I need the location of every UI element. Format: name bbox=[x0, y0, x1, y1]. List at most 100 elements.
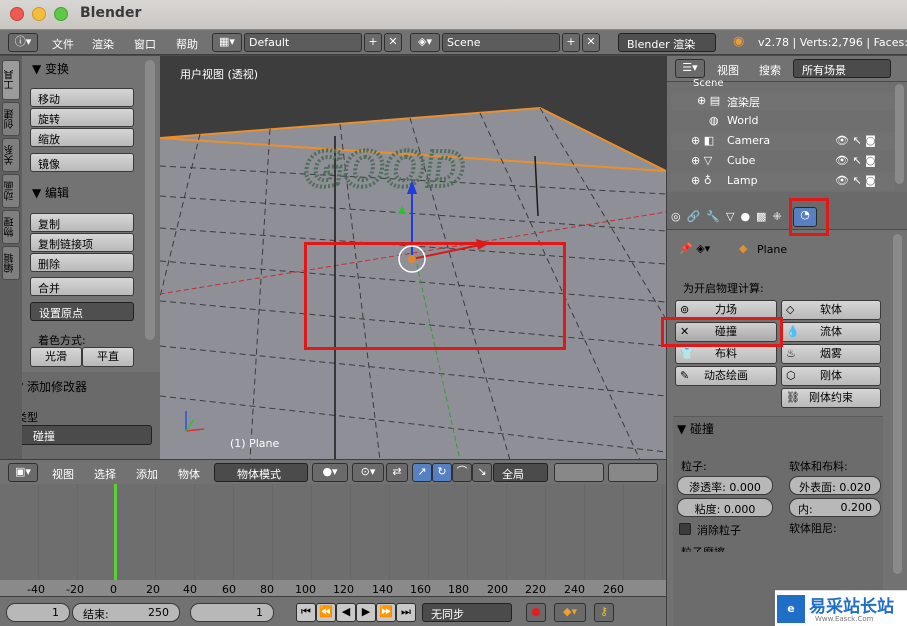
menu-help[interactable]: 帮助 bbox=[176, 36, 198, 52]
set-origin-dropdown[interactable]: 设置原点 bbox=[30, 302, 134, 321]
properties-scrollbar[interactable] bbox=[893, 234, 902, 574]
tab-tools[interactable]: 工具 bbox=[2, 60, 20, 100]
duplicate-button[interactable]: 复制 bbox=[30, 213, 134, 232]
delete-button[interactable]: 删除 bbox=[30, 253, 134, 272]
pin-icon[interactable]: 📌 ◈▾ bbox=[679, 242, 710, 255]
outliner-item-scene[interactable]: Scene bbox=[693, 78, 724, 89]
tab-physics[interactable]: 物理 bbox=[2, 210, 20, 244]
tab-create[interactable]: 创建 bbox=[2, 102, 20, 136]
duplicate-linked-button[interactable]: 复制链接项 bbox=[30, 233, 134, 252]
modifier-type-dropdown[interactable]: 碰撞 bbox=[10, 425, 152, 445]
viewport-menu-view[interactable]: 视图 bbox=[52, 466, 74, 482]
next-keyframe-icon[interactable]: ⏩ bbox=[376, 603, 396, 622]
manipulator-toggle-icon[interactable]: ⇄ bbox=[386, 463, 408, 482]
soft-body-button[interactable]: ◇ 软体 bbox=[781, 300, 881, 320]
mirror-button[interactable]: 镜像 bbox=[30, 153, 134, 172]
outliner-hscrollbar[interactable] bbox=[667, 192, 907, 204]
outliner-filter-dropdown[interactable]: 所有场景 bbox=[793, 59, 891, 78]
outliner-editor-type-icon[interactable]: ☰▾ bbox=[675, 59, 705, 78]
smoke-button[interactable]: ♨ 烟雾 bbox=[781, 344, 881, 364]
outliner-row[interactable]: ⊕ ▽ Cube 👁 ↖ ◙ bbox=[671, 152, 895, 170]
tab-edit[interactable]: 编辑 bbox=[2, 246, 20, 280]
outliner-menu-view[interactable]: 视图 bbox=[717, 62, 739, 78]
maximize-window-button[interactable] bbox=[54, 7, 68, 21]
menu-window[interactable]: 窗口 bbox=[134, 36, 156, 52]
outliner-row[interactable]: ⊕ ▤ 渲染层 bbox=[671, 92, 895, 110]
end-frame-field[interactable]: 结束: 250 bbox=[72, 603, 180, 622]
rigid-body-constraint-button[interactable]: ⛓ 刚体约束 bbox=[781, 388, 881, 408]
edit-panel-header[interactable]: ▼ 编辑 bbox=[32, 184, 69, 201]
cloth-button[interactable]: 👕 布料 bbox=[675, 344, 777, 364]
render-engine-dropdown[interactable]: Blender 渲染 bbox=[618, 33, 716, 52]
remove-scene-icon[interactable]: ✕ bbox=[582, 33, 600, 52]
layers-grid-right[interactable] bbox=[608, 463, 658, 482]
permeability-field[interactable]: 渗透率: 0.000 bbox=[677, 476, 773, 495]
minimize-window-button[interactable] bbox=[32, 7, 46, 21]
kill-particles-checkbox[interactable] bbox=[679, 523, 691, 535]
outliner-row[interactable]: ◍ World bbox=[671, 112, 895, 130]
mode-dropdown[interactable]: 物体模式 bbox=[214, 463, 308, 482]
flat-shading-button[interactable]: 平直 bbox=[82, 347, 134, 367]
menu-file[interactable]: 文件 bbox=[52, 36, 74, 52]
stickiness-field[interactable]: 粘度: 0.000 bbox=[677, 498, 773, 517]
rotate-manipulator-icon[interactable]: ↻ bbox=[432, 463, 452, 482]
pivot-point-icon[interactable]: ⊙▾ bbox=[352, 463, 384, 482]
viewport-menu-object[interactable]: 物体 bbox=[178, 466, 200, 482]
modifier-panel-header[interactable]: ▼ 添加修改器 bbox=[14, 378, 87, 395]
outliner-row[interactable]: ⊕ ◧ Camera 👁 ↖ ◙ bbox=[671, 132, 895, 150]
add-scene-icon[interactable]: + bbox=[562, 33, 580, 52]
viewport-menu-add[interactable]: 添加 bbox=[136, 466, 158, 482]
keying-set-icon[interactable]: ◆▾ bbox=[554, 603, 586, 622]
menu-render[interactable]: 渲染 bbox=[92, 36, 114, 52]
join-button[interactable]: 合并 bbox=[30, 277, 134, 296]
transform-panel-header[interactable]: ▼ 变换 bbox=[32, 60, 69, 77]
current-frame-marker[interactable] bbox=[114, 484, 117, 581]
fluid-button[interactable]: 💧 流体 bbox=[781, 322, 881, 342]
timeline-area[interactable] bbox=[0, 484, 666, 596]
jump-end-icon[interactable]: ⏭ bbox=[396, 603, 416, 622]
scene-icon[interactable]: ◈▾ bbox=[410, 33, 440, 52]
shading-mode-icon[interactable]: ●▾ bbox=[312, 463, 348, 482]
layout-field[interactable]: Default bbox=[244, 33, 362, 52]
viewport-menu-select[interactable]: 选择 bbox=[94, 466, 116, 482]
scene-field[interactable]: Scene bbox=[442, 33, 560, 52]
play-reverse-icon[interactable]: ◀ bbox=[336, 603, 356, 622]
inner-thickness-field[interactable]: 内: 0.200 bbox=[789, 498, 881, 517]
scale-button[interactable]: 缩放 bbox=[30, 128, 134, 147]
record-icon[interactable]: ● bbox=[526, 603, 546, 622]
rigid-body-button[interactable]: ⬡ 刚体 bbox=[781, 366, 881, 386]
outer-thickness-field[interactable]: 外表面: 0.020 bbox=[789, 476, 881, 495]
scale-manipulator-icon[interactable]: ⌒ bbox=[452, 463, 472, 482]
orientation-dropdown[interactable]: 全局 bbox=[493, 463, 548, 482]
info-editor-type-icon[interactable]: ⓘ▾ bbox=[8, 33, 38, 52]
play-icon[interactable]: ▶ bbox=[356, 603, 376, 622]
visibility-eye-icon[interactable]: 👁 ↖ ◙ bbox=[835, 154, 876, 167]
visibility-eye-icon[interactable]: 👁 ↖ ◙ bbox=[835, 174, 876, 187]
outliner-row[interactable]: ⊕ ♁ Lamp 👁 ↖ ◙ bbox=[671, 172, 895, 190]
tab-animation[interactable]: 动画 bbox=[2, 174, 20, 208]
3d-viewport[interactable]: GOOD 用户视图 (透视) (1) Plane bbox=[160, 56, 666, 460]
keyframe-insert-icon[interactable]: ⚷ bbox=[594, 603, 614, 622]
remove-layout-icon[interactable]: ✕ bbox=[384, 33, 402, 52]
prev-keyframe-icon[interactable]: ⏪ bbox=[316, 603, 336, 622]
current-frame-field[interactable]: 1 bbox=[190, 603, 274, 622]
add-layout-icon[interactable]: + bbox=[364, 33, 382, 52]
rotate-button[interactable]: 旋转 bbox=[30, 108, 134, 127]
tab-relations[interactable]: 关系 bbox=[2, 138, 20, 172]
scale-axis-icon[interactable]: ↘ bbox=[472, 463, 492, 482]
viewport-editor-type-icon[interactable]: ▣▾ bbox=[8, 463, 38, 482]
jump-start-icon[interactable]: ⏮ bbox=[296, 603, 316, 622]
property-context-icons[interactable]: ◎🔗🔧▽●▩⁜ bbox=[671, 210, 788, 223]
translate-manipulator-icon[interactable]: ↗ bbox=[412, 463, 432, 482]
sync-dropdown[interactable]: 无同步 bbox=[422, 603, 512, 622]
screen-layout-icon[interactable]: ▦▾ bbox=[212, 33, 242, 52]
start-frame-field[interactable]: 1 bbox=[6, 603, 70, 622]
outliner-vscrollbar[interactable] bbox=[895, 84, 904, 184]
layers-grid-left[interactable] bbox=[554, 463, 604, 482]
close-window-button[interactable] bbox=[10, 7, 24, 21]
move-button[interactable]: 移动 bbox=[30, 88, 134, 107]
toolshelf-scrollbar[interactable] bbox=[145, 60, 155, 340]
visibility-eye-icon[interactable]: 👁 ↖ ◙ bbox=[835, 134, 876, 147]
collision-panel-header[interactable]: ▼ 碰撞 bbox=[677, 420, 714, 437]
dynamic-paint-button[interactable]: ✎ 动态绘画 bbox=[675, 366, 777, 386]
